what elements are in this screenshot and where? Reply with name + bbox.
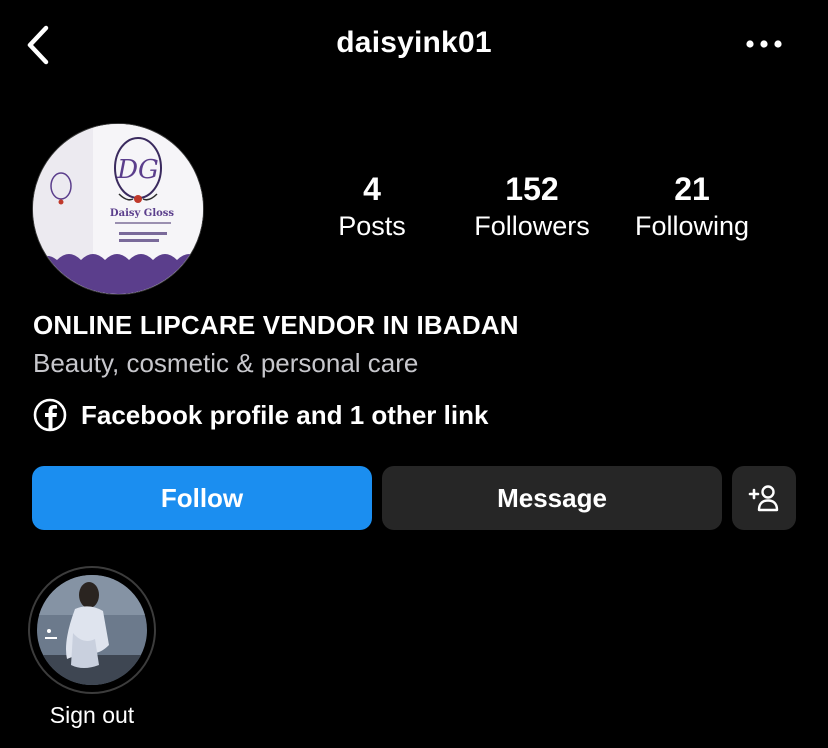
external-links[interactable]: Facebook profile and 1 other link [33,397,488,433]
stat-posts-label: Posts [338,211,406,241]
facebook-icon [33,398,67,432]
story-highlight-cover [37,575,147,685]
stat-posts-count: 4 [363,171,381,207]
story-highlight-label: Sign out [49,702,135,728]
avatar-monogram: DG [116,155,159,185]
profile-avatar[interactable]: DG Daisy Gloss [32,123,204,295]
suggested-accounts-button[interactable] [732,466,796,530]
stat-followers[interactable]: 152 Followers [452,170,612,244]
external-links-text: Facebook profile and 1 other link [81,399,489,430]
story-highlight[interactable] [28,566,156,694]
message-button[interactable]: Message [382,466,722,530]
profile-username-title: daisyink01 [336,26,492,59]
avatar-brand-name: Daisy Gloss [110,208,175,219]
add-person-icon [748,485,779,512]
more-options-button[interactable] [742,30,786,58]
bio-category: Beauty, cosmetic & personal care [33,348,419,378]
avatar-image: DG Daisy Gloss [33,124,203,294]
stat-following[interactable]: 21 Following [612,170,772,244]
stat-followers-count: 152 [505,171,559,207]
stat-following-count: 21 [674,171,710,207]
more-horizontal-icon [746,40,782,48]
bio-display-name: ONLINE LIPCARE VENDOR IN IBADAN [33,310,519,340]
follow-button[interactable]: Follow [32,466,372,530]
stat-following-label: Following [634,211,750,241]
stat-posts[interactable]: 4 Posts [292,170,452,244]
stat-followers-label: Followers [474,211,590,241]
